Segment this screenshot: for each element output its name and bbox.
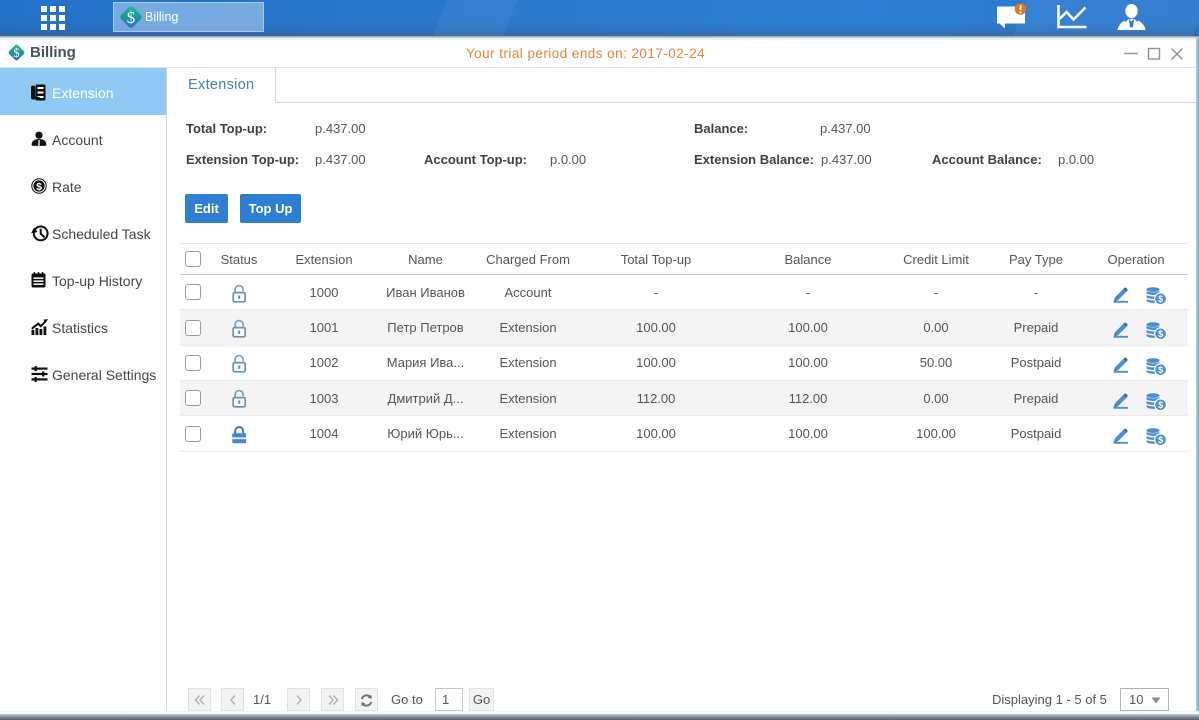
svg-text:$: $ [127, 8, 136, 27]
svg-text:$: $ [36, 181, 42, 193]
